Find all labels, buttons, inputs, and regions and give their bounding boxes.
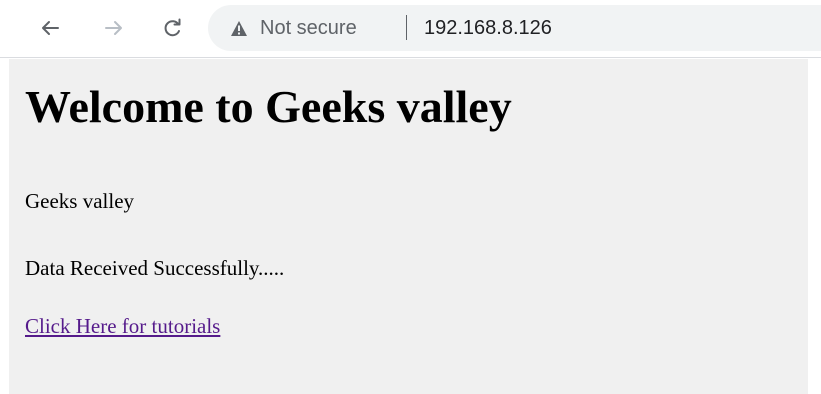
back-button[interactable] [34, 12, 66, 44]
warning-icon[interactable] [230, 20, 248, 37]
reload-icon [164, 18, 181, 37]
arrow-right-icon [105, 21, 122, 35]
site-name-text: Geeks valley [25, 189, 135, 213]
tutorials-link[interactable]: Click Here for tutorials [25, 313, 220, 339]
success-message: Data Received Successfully..... [25, 256, 285, 280]
browser-toolbar: Not secure 192.168.8.126 [0, 0, 821, 58]
security-status-label[interactable]: Not secure [260, 17, 357, 39]
arrow-left-icon [42, 21, 59, 35]
page-title: Welcome to Geeks valley [25, 81, 512, 132]
address-bar[interactable]: Not secure 192.168.8.126 [208, 5, 821, 51]
address-bar-separator [406, 15, 407, 40]
page-content: Welcome to Geeks valley Geeks valley Dat… [9, 59, 808, 394]
url-text[interactable]: 192.168.8.126 [424, 17, 552, 39]
reload-button[interactable] [156, 12, 188, 44]
forward-button[interactable] [98, 12, 130, 44]
